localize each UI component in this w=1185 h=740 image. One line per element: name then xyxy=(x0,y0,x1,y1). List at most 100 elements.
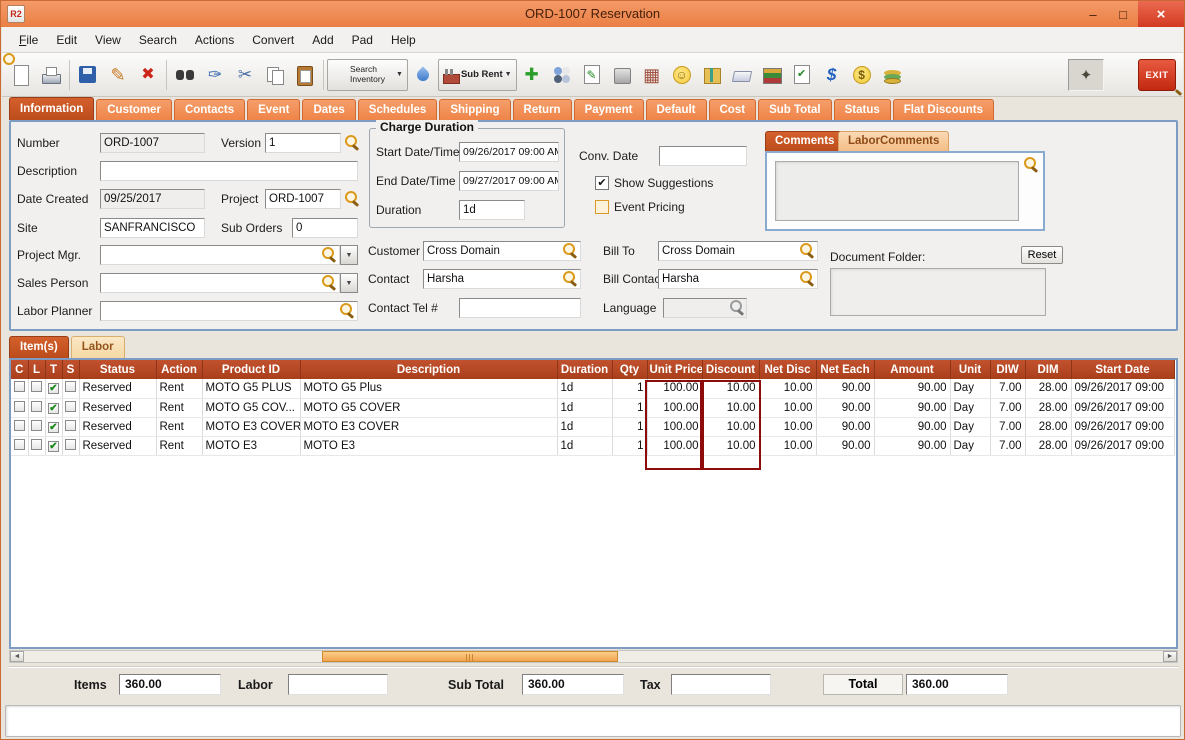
tab-schedules[interactable]: Schedules xyxy=(358,99,438,120)
col-header-diw[interactable]: DIW xyxy=(990,360,1025,379)
tab-payment[interactable]: Payment xyxy=(574,99,644,120)
row-checkbox-t[interactable]: ✔ xyxy=(45,417,62,436)
tab-dates[interactable]: Dates xyxy=(302,99,355,120)
row-checkbox-c[interactable] xyxy=(11,379,28,398)
paste-button[interactable] xyxy=(290,58,320,92)
close-button[interactable]: × xyxy=(1138,1,1184,27)
row-checkbox-t[interactable]: ✔ xyxy=(45,398,62,417)
row-checkbox-l[interactable] xyxy=(28,398,45,417)
col-header-discount[interactable]: Discount xyxy=(702,360,759,379)
bill-to-field[interactable]: Cross Domain xyxy=(658,241,818,261)
bill-contact-field[interactable]: Harsha xyxy=(658,269,818,289)
customer-search-icon[interactable] xyxy=(562,243,578,259)
find-button[interactable] xyxy=(170,58,200,92)
currency-button[interactable]: $ xyxy=(817,58,847,92)
contract-button[interactable]: ✔ xyxy=(787,58,817,92)
col-header-start-date[interactable]: Start Date xyxy=(1071,360,1174,379)
col-header-unit-price[interactable]: Unit Price xyxy=(647,360,702,379)
price-button[interactable]: $ xyxy=(847,58,877,92)
row-checkbox-l[interactable] xyxy=(28,379,45,398)
menu-view[interactable]: View xyxy=(86,30,130,50)
menu-search[interactable]: Search xyxy=(130,30,186,50)
col-header-amount[interactable]: Amount xyxy=(874,360,950,379)
menu-file[interactable]: File xyxy=(10,30,47,50)
row-checkbox-t[interactable]: ✔ xyxy=(45,379,62,398)
row-checkbox-l[interactable] xyxy=(28,417,45,436)
row-checkbox-s[interactable] xyxy=(62,379,79,398)
sales-person-field[interactable] xyxy=(100,273,340,293)
sub-rent-button[interactable]: Sub Rent ▼ xyxy=(438,59,517,91)
duration-field[interactable]: 1d xyxy=(459,200,525,220)
money-button[interactable] xyxy=(877,58,907,92)
row-checkbox-s[interactable] xyxy=(62,417,79,436)
menu-pad[interactable]: Pad xyxy=(343,30,382,50)
menu-actions[interactable]: Actions xyxy=(186,30,243,50)
event-pricing-checkbox[interactable]: Event Pricing xyxy=(595,200,685,214)
contact-field[interactable]: Harsha xyxy=(423,269,581,289)
col-header-unit[interactable]: Unit xyxy=(950,360,990,379)
start-datetime-field[interactable]: 09/26/2017 09:00 AM xyxy=(459,142,559,162)
menu-help[interactable]: Help xyxy=(382,30,425,50)
project-mgr-search-icon[interactable] xyxy=(321,247,337,263)
menu-convert[interactable]: Convert xyxy=(243,30,303,50)
tab-return[interactable]: Return xyxy=(513,99,572,120)
col-header-status[interactable]: Status xyxy=(79,360,156,379)
feedback-button[interactable]: ☺ xyxy=(667,58,697,92)
tab-items[interactable]: Item(s) xyxy=(9,336,69,358)
stamp-button[interactable] xyxy=(607,58,637,92)
catalog-button[interactable] xyxy=(757,58,787,92)
col-header-description[interactable]: Description xyxy=(300,360,557,379)
scrollbar-thumb[interactable] xyxy=(322,651,618,662)
print-button[interactable] xyxy=(36,58,66,92)
language-search-icon[interactable] xyxy=(729,300,745,316)
organization-button[interactable]: ▦ xyxy=(637,58,667,92)
tab-status[interactable]: Status xyxy=(834,99,891,120)
save-button[interactable] xyxy=(73,58,103,92)
comments-search-icon[interactable] xyxy=(1023,157,1039,173)
row-checkbox-s[interactable] xyxy=(62,436,79,455)
scroll-left-icon[interactable]: ◄ xyxy=(10,651,24,662)
edit-button[interactable]: ✎ xyxy=(103,58,133,92)
tab-event[interactable]: Event xyxy=(247,99,300,120)
col-header-s[interactable]: S xyxy=(62,360,79,379)
show-suggestions-checkbox[interactable]: ✔ Show Suggestions xyxy=(595,176,713,190)
pin-button[interactable]: ✦ xyxy=(1068,59,1104,91)
contact-tel-field[interactable] xyxy=(459,298,581,318)
copy-button[interactable] xyxy=(260,58,290,92)
customer-field[interactable]: Cross Domain xyxy=(423,241,581,261)
site-field[interactable]: SANFRANCISCO xyxy=(100,218,205,238)
project-field[interactable]: ORD-1007 xyxy=(265,189,341,209)
horizontal-scrollbar[interactable]: ◄ ► xyxy=(9,650,1178,663)
tab-labor[interactable]: Labor xyxy=(71,336,125,358)
col-header-net-disc[interactable]: Net Disc xyxy=(759,360,816,379)
delete-button[interactable]: ✖ xyxy=(133,58,163,92)
col-header-product-id[interactable]: Product ID xyxy=(202,360,300,379)
minimize-button[interactable]: – xyxy=(1078,1,1108,27)
col-header-dim[interactable]: DIM xyxy=(1025,360,1071,379)
tab-contacts[interactable]: Contacts xyxy=(174,99,245,120)
table-row[interactable]: ✔ Reserved Rent MOTO G5 COV... MOTO G5 C… xyxy=(11,398,1174,417)
tab-labor-comments[interactable]: LaborComments xyxy=(838,131,949,151)
menu-edit[interactable]: Edit xyxy=(47,30,86,50)
version-field[interactable]: 1 xyxy=(265,133,341,153)
kits-button[interactable] xyxy=(547,58,577,92)
project-mgr-field[interactable] xyxy=(100,245,340,265)
col-header-action[interactable]: Action xyxy=(156,360,202,379)
col-header-qty[interactable]: Qty xyxy=(612,360,647,379)
col-header-c[interactable]: C xyxy=(11,360,28,379)
col-header-net-each[interactable]: Net Each xyxy=(816,360,874,379)
tab-shipping[interactable]: Shipping xyxy=(439,99,510,120)
row-checkbox-l[interactable] xyxy=(28,436,45,455)
table-row[interactable]: ✔ Reserved Rent MOTO E3 MOTO E3 1d 1 100… xyxy=(11,436,1174,455)
tab-sub-total[interactable]: Sub Total xyxy=(758,99,832,120)
cut-button[interactable]: ✂ xyxy=(230,58,260,92)
sub-orders-field[interactable]: 0 xyxy=(292,218,358,238)
maximize-button[interactable]: □ xyxy=(1108,1,1138,27)
row-checkbox-c[interactable] xyxy=(11,417,28,436)
bill-contact-search-icon[interactable] xyxy=(799,271,815,287)
col-header-l[interactable]: L xyxy=(28,360,45,379)
labor-planner-field[interactable] xyxy=(100,301,358,321)
reset-button[interactable]: Reset xyxy=(1021,246,1063,264)
sales-person-search-icon[interactable] xyxy=(321,275,337,291)
row-checkbox-c[interactable] xyxy=(11,436,28,455)
